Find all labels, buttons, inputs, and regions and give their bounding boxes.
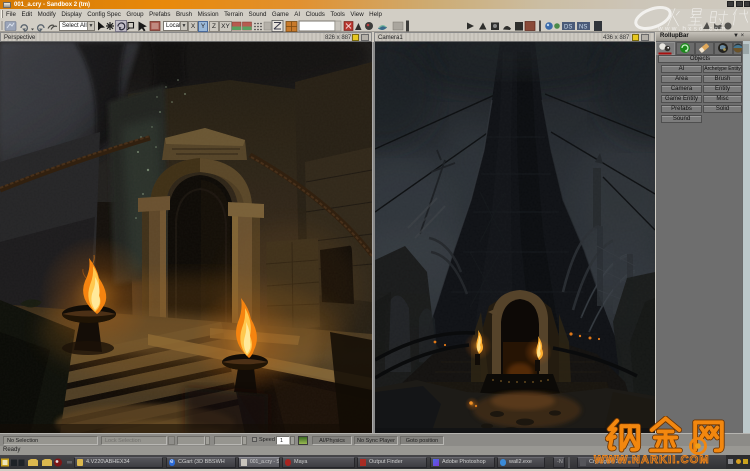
svg-text:DS: DS [564,25,572,31]
svg-text:WWW.NARKII.COM: WWW.NARKII.COM [594,454,710,466]
svg-text:NS: NS [579,25,587,31]
